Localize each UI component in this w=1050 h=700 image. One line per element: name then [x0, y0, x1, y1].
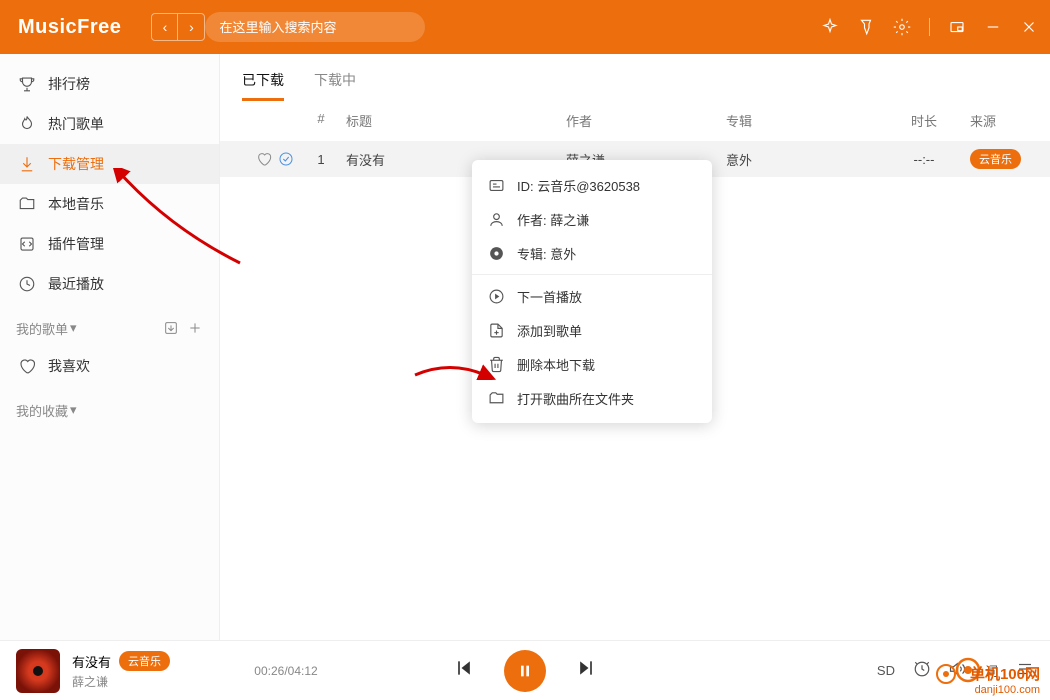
sidebar-item-recent[interactable]: 最近播放 — [0, 264, 219, 304]
sidebar-item-hot[interactable]: 热门歌单 — [0, 104, 219, 144]
theme-icon[interactable] — [857, 18, 875, 36]
minimize-icon[interactable] — [984, 18, 1002, 36]
next-button[interactable] — [576, 658, 596, 683]
watermark-logo — [934, 656, 980, 686]
ctx-play-next[interactable]: 下一首播放 — [472, 279, 712, 313]
mini-window-icon[interactable] — [948, 18, 966, 36]
player-source-badge: 云音乐 — [119, 651, 170, 671]
nav-history: ‹ › — [151, 13, 205, 41]
sidebar-label: 我喜欢 — [48, 356, 90, 376]
sidebar-label: 插件管理 — [48, 234, 104, 254]
ctx-add-playlist[interactable]: 添加到歌单 — [472, 313, 712, 347]
sidebar-label: 热门歌单 — [48, 114, 104, 134]
cell-album: 意外 — [726, 150, 884, 169]
sidebar-item-local[interactable]: 本地音乐 — [0, 184, 219, 224]
check-circle-icon — [278, 151, 294, 167]
source-badge: 云音乐 — [970, 149, 1021, 169]
sidebar-label: 排行榜 — [48, 74, 90, 94]
player-artist: 薛之谦 — [72, 673, 212, 690]
search-box[interactable] — [205, 12, 425, 42]
ctx-separator — [472, 274, 712, 275]
sidebar-label: 最近播放 — [48, 274, 104, 294]
prev-button[interactable] — [454, 658, 474, 683]
quality-button[interactable]: SD — [877, 663, 895, 678]
app-logo: MusicFree — [18, 16, 121, 39]
sidebar-item-favorites[interactable]: 我喜欢 — [0, 346, 219, 386]
col-album: 专辑 — [726, 111, 884, 130]
col-index: # — [306, 111, 336, 130]
context-menu: ID: 云音乐@3620538 作者: 薛之谦 专辑: 意外 下一首播放 添加到… — [472, 160, 712, 423]
lyric-button[interactable]: 词 — [985, 661, 998, 680]
sidebar-item-ranking[interactable]: 排行榜 — [0, 64, 219, 104]
header-divider — [929, 18, 930, 36]
sparkle-icon[interactable] — [821, 18, 839, 36]
speed-icon[interactable] — [913, 660, 931, 681]
cell-index: 1 — [306, 152, 336, 167]
sidebar-section-mycollection[interactable]: 我的收藏▾ — [0, 392, 219, 428]
ctx-info-id: ID: 云音乐@3620538 — [472, 168, 712, 202]
player-cover[interactable] — [16, 649, 60, 693]
close-icon[interactable] — [1020, 18, 1038, 36]
sidebar-item-download[interactable]: 下载管理 — [0, 144, 219, 184]
player-bar: 有没有云音乐 薛之谦 00:26/04:12 SD 词 — [0, 640, 1050, 700]
sidebar: 排行榜 热门歌单 下载管理 本地音乐 插件管理 最近播放 我的歌单▾ 我喜欢 我… — [0, 54, 220, 640]
sidebar-label: 下载管理 — [48, 154, 104, 174]
sidebar-label: 本地音乐 — [48, 194, 104, 214]
chevron-down-icon: ▾ — [70, 402, 77, 418]
sidebar-item-plugins[interactable]: 插件管理 — [0, 224, 219, 264]
tab-downloaded[interactable]: 已下载 — [242, 70, 284, 101]
col-artist: 作者 — [566, 111, 726, 130]
table-header: # 标题 作者 专辑 时长 来源 — [220, 101, 1050, 141]
play-pause-button[interactable] — [504, 650, 546, 692]
player-time: 00:26/04:12 — [254, 664, 317, 678]
plus-icon[interactable] — [187, 320, 203, 336]
player-title: 有没有 — [72, 652, 111, 671]
cell-duration: --:-- — [884, 152, 964, 167]
ctx-delete-download[interactable]: 删除本地下载 — [472, 347, 712, 381]
ctx-info-artist: 作者: 薛之谦 — [472, 202, 712, 236]
ctx-open-folder[interactable]: 打开歌曲所在文件夹 — [472, 381, 712, 415]
chevron-down-icon: ▾ — [70, 320, 77, 336]
import-icon[interactable] — [163, 320, 179, 336]
heart-icon[interactable] — [256, 151, 272, 167]
settings-icon[interactable] — [893, 18, 911, 36]
search-input[interactable] — [219, 20, 411, 35]
playlist-icon[interactable] — [1016, 660, 1034, 681]
tab-downloading[interactable]: 下载中 — [314, 70, 356, 101]
nav-forward-button[interactable]: › — [178, 14, 204, 40]
col-duration: 时长 — [884, 111, 964, 130]
col-title: 标题 — [336, 111, 566, 130]
ctx-info-album: 专辑: 意外 — [472, 236, 712, 270]
sidebar-section-myplaylist[interactable]: 我的歌单▾ — [0, 310, 219, 346]
col-source: 来源 — [964, 111, 1050, 130]
nav-back-button[interactable]: ‹ — [152, 14, 178, 40]
